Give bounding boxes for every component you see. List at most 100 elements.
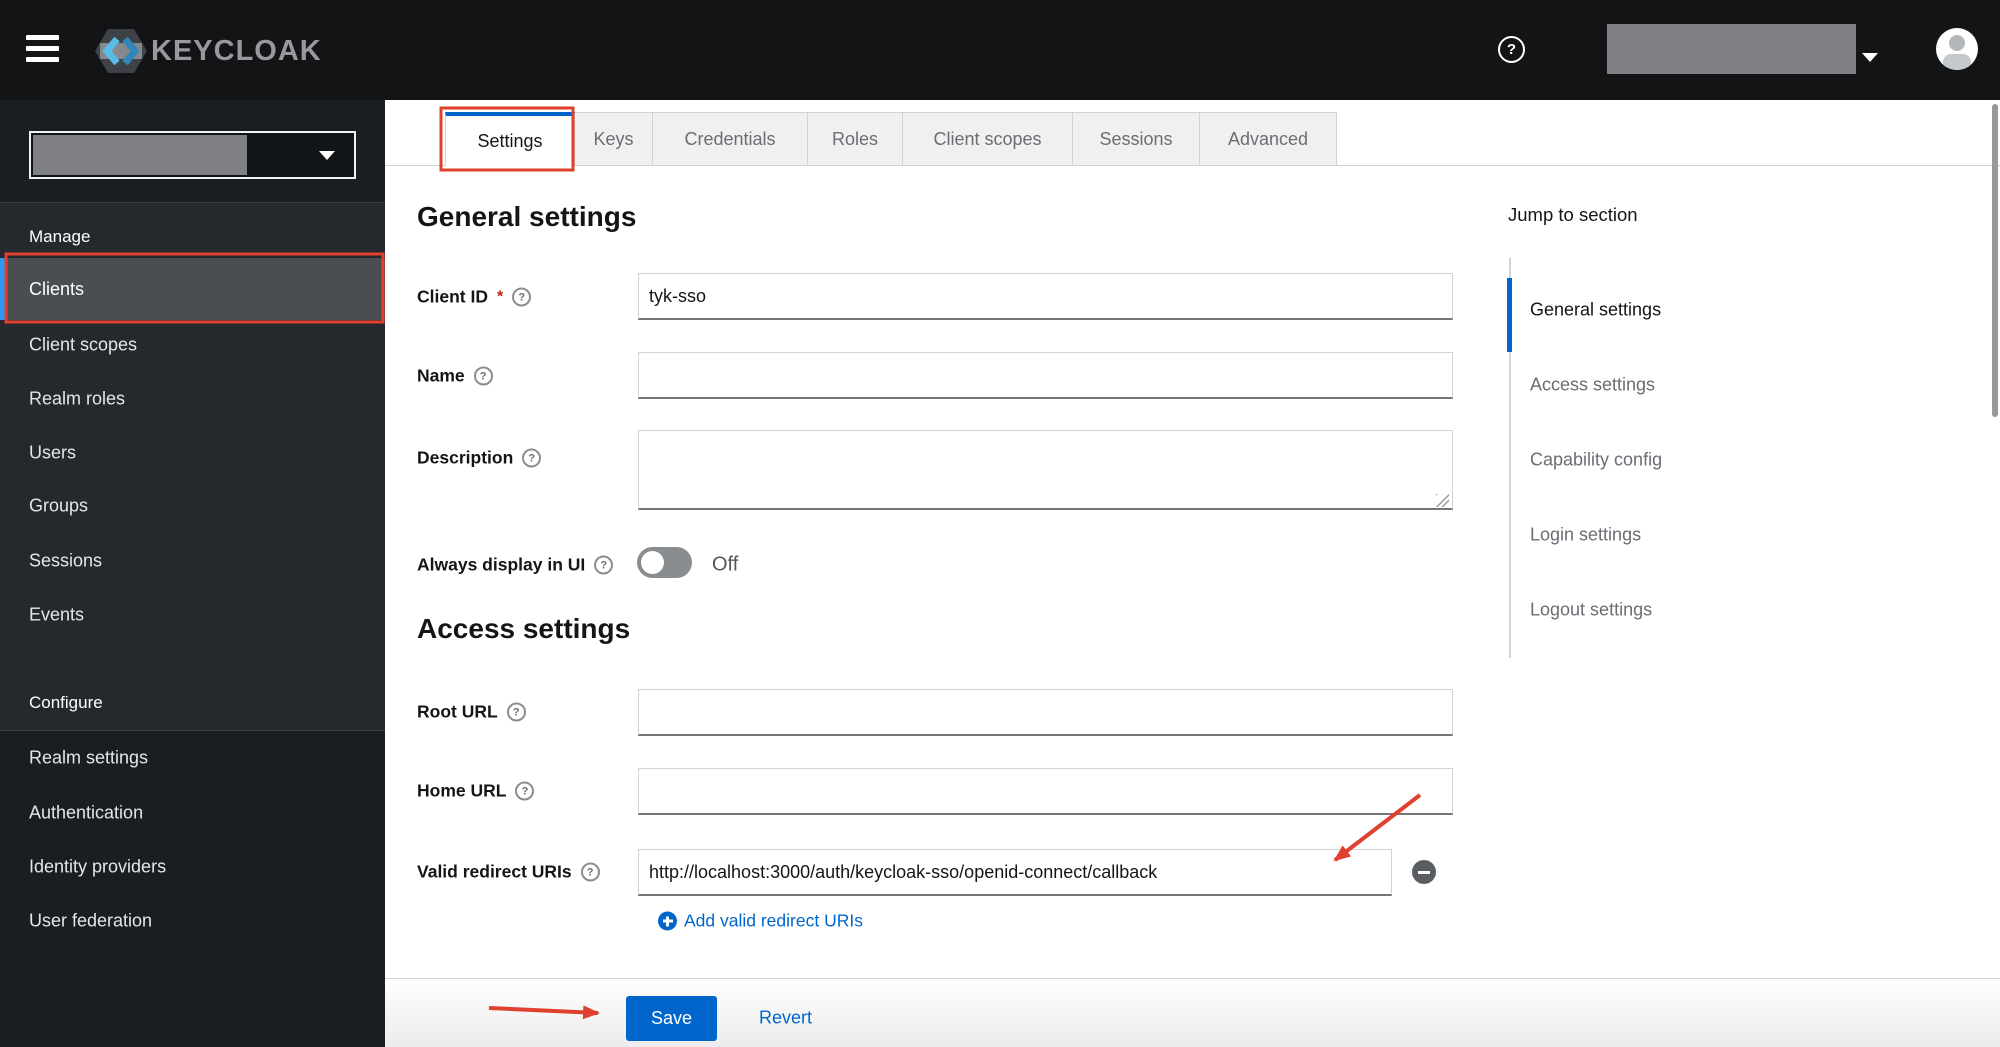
label-text: Valid redirect URIs — [417, 861, 572, 882]
keycloak-logo[interactable]: KEYCLOAK — [95, 28, 322, 74]
help-glyph: ? — [600, 559, 608, 571]
help-icon[interactable]: ? — [594, 555, 614, 575]
nav-section-title-configure: Configure — [29, 693, 103, 712]
help-icon[interactable]: ? — [506, 702, 526, 722]
sidebar-item-authentication[interactable]: Authentication — [29, 803, 143, 824]
help-icon[interactable]: ? — [522, 448, 542, 468]
required-asterisk: * — [496, 288, 504, 305]
jump-link-logout-settings[interactable]: Logout settings — [1530, 600, 1652, 621]
redacted-realm-name — [33, 135, 247, 175]
tab-credentials[interactable]: Credentials — [653, 112, 808, 166]
tab-client-scopes[interactable]: Client scopes — [903, 112, 1073, 166]
description-label: Description ? — [417, 447, 542, 469]
textarea-resize-grip-icon[interactable] — [1436, 494, 1449, 507]
sidebar-item-users[interactable]: Users — [29, 443, 76, 464]
sidebar-item-clients[interactable]: Clients — [0, 258, 385, 320]
label-text: Client ID — [417, 286, 488, 307]
realm-selector[interactable] — [29, 131, 356, 179]
nav-section-title-manage: Manage — [29, 227, 91, 246]
save-button[interactable]: Save — [626, 996, 717, 1041]
home-url-label: Home URL ? — [417, 780, 535, 802]
label-text: Root URL — [417, 701, 498, 722]
help-icon[interactable]: ? — [1498, 36, 1525, 63]
tab-settings[interactable]: Settings — [445, 112, 575, 166]
sidebar-item-events[interactable]: Events — [29, 605, 84, 626]
help-icon[interactable]: ? — [512, 287, 532, 307]
caret-down-icon — [319, 151, 335, 160]
redacted-username — [1607, 24, 1856, 74]
add-redirect-uri-label: Add valid redirect URIs — [684, 910, 863, 931]
sidebar-item-user-federation[interactable]: User federation — [29, 911, 152, 932]
client-tabs: Settings Keys Credentials Roles Client s… — [385, 112, 2000, 166]
remove-redirect-uri-icon[interactable] — [1412, 860, 1436, 884]
sidebar-item-realm-roles[interactable]: Realm roles — [29, 389, 125, 410]
tab-roles[interactable]: Roles — [808, 112, 903, 166]
label-text: Name — [417, 365, 465, 386]
add-redirect-uri-link[interactable]: Add valid redirect URIs — [658, 911, 863, 932]
tab-keys[interactable]: Keys — [575, 112, 653, 166]
jump-link-login-settings[interactable]: Login settings — [1530, 525, 1641, 546]
sidebar-item-realm-settings[interactable]: Realm settings — [29, 748, 148, 769]
valid-redirect-uris-label: Valid redirect URIs ? — [417, 862, 600, 883]
app-name: KEYCLOAK — [151, 34, 322, 67]
valid-redirect-uri-input[interactable] — [638, 849, 1392, 896]
client-id-label: Client ID * ? — [417, 286, 532, 308]
jump-link-capability-config[interactable]: Capability config — [1530, 450, 1662, 471]
help-glyph: ? — [518, 291, 526, 303]
help-glyph: ? — [586, 866, 594, 878]
sidebar-divider — [0, 202, 385, 203]
plus-circle-icon — [658, 911, 677, 931]
toggle-state-label: Off — [712, 553, 739, 576]
hamburger-bar — [26, 35, 59, 40]
description-textarea[interactable] — [638, 430, 1453, 510]
help-glyph: ? — [479, 370, 487, 382]
help-glyph: ? — [528, 452, 536, 464]
help-glyph: ? — [521, 785, 529, 797]
help-glyph: ? — [512, 706, 520, 718]
access-settings-heading: Access settings — [417, 613, 631, 644]
avatar-body — [1943, 54, 1971, 70]
label-text: Always display in UI — [417, 554, 586, 575]
form-actions-footer: Save Revert — [385, 978, 2000, 1047]
keycloak-logo-icon — [95, 29, 147, 73]
name-input[interactable] — [638, 352, 1453, 399]
jump-link-general-settings[interactable]: General settings — [1530, 300, 1661, 321]
toggle-knob — [641, 551, 664, 574]
caret-down-icon[interactable] — [1862, 53, 1878, 62]
sidebar-item-groups[interactable]: Groups — [29, 496, 88, 517]
label-text: Home URL — [417, 780, 507, 801]
home-url-input[interactable] — [638, 768, 1453, 815]
scrollbar-thumb[interactable] — [1992, 104, 1998, 417]
revert-link[interactable]: Revert — [759, 1008, 812, 1029]
tabbar-filler — [1337, 112, 2000, 166]
tab-sessions[interactable]: Sessions — [1073, 112, 1200, 166]
help-icon[interactable]: ? — [580, 862, 600, 882]
sidebar-item-sessions[interactable]: Sessions — [29, 551, 102, 572]
help-icon[interactable]: ? — [515, 781, 535, 801]
jump-link-access-settings[interactable]: Access settings — [1530, 375, 1655, 396]
client-id-input[interactable] — [638, 273, 1453, 320]
keycloak-admin-console: KEYCLOAK ? Manage Clients Client scopes … — [0, 0, 2000, 1047]
jump-nav-active-indicator — [1507, 278, 1512, 352]
tabbar-spacer — [385, 112, 445, 166]
top-header: KEYCLOAK ? — [0, 0, 2000, 100]
sidebar-item-client-scopes[interactable]: Client scopes — [29, 335, 137, 356]
hamburger-bar — [26, 57, 59, 62]
avatar[interactable] — [1936, 28, 1978, 70]
hamburger-menu-icon[interactable] — [26, 35, 60, 65]
root-url-input[interactable] — [638, 689, 1453, 736]
help-glyph: ? — [1506, 41, 1517, 58]
sidebar-divider — [0, 730, 385, 731]
sidebar-item-identity-providers[interactable]: Identity providers — [29, 857, 166, 878]
label-text: Description — [417, 447, 514, 468]
always-display-toggle[interactable] — [637, 547, 692, 578]
hamburger-bar — [26, 46, 59, 51]
help-icon[interactable]: ? — [473, 366, 493, 386]
tab-advanced[interactable]: Advanced — [1200, 112, 1337, 166]
general-settings-heading: General settings — [417, 201, 637, 232]
root-url-label: Root URL ? — [417, 702, 526, 723]
jump-to-section-heading: Jump to section — [1508, 204, 1638, 225]
sidebar-item-label: Clients — [29, 278, 85, 299]
name-label: Name ? — [417, 366, 493, 387]
sidebar: Manage Clients Client scopes Realm roles… — [0, 100, 385, 1047]
